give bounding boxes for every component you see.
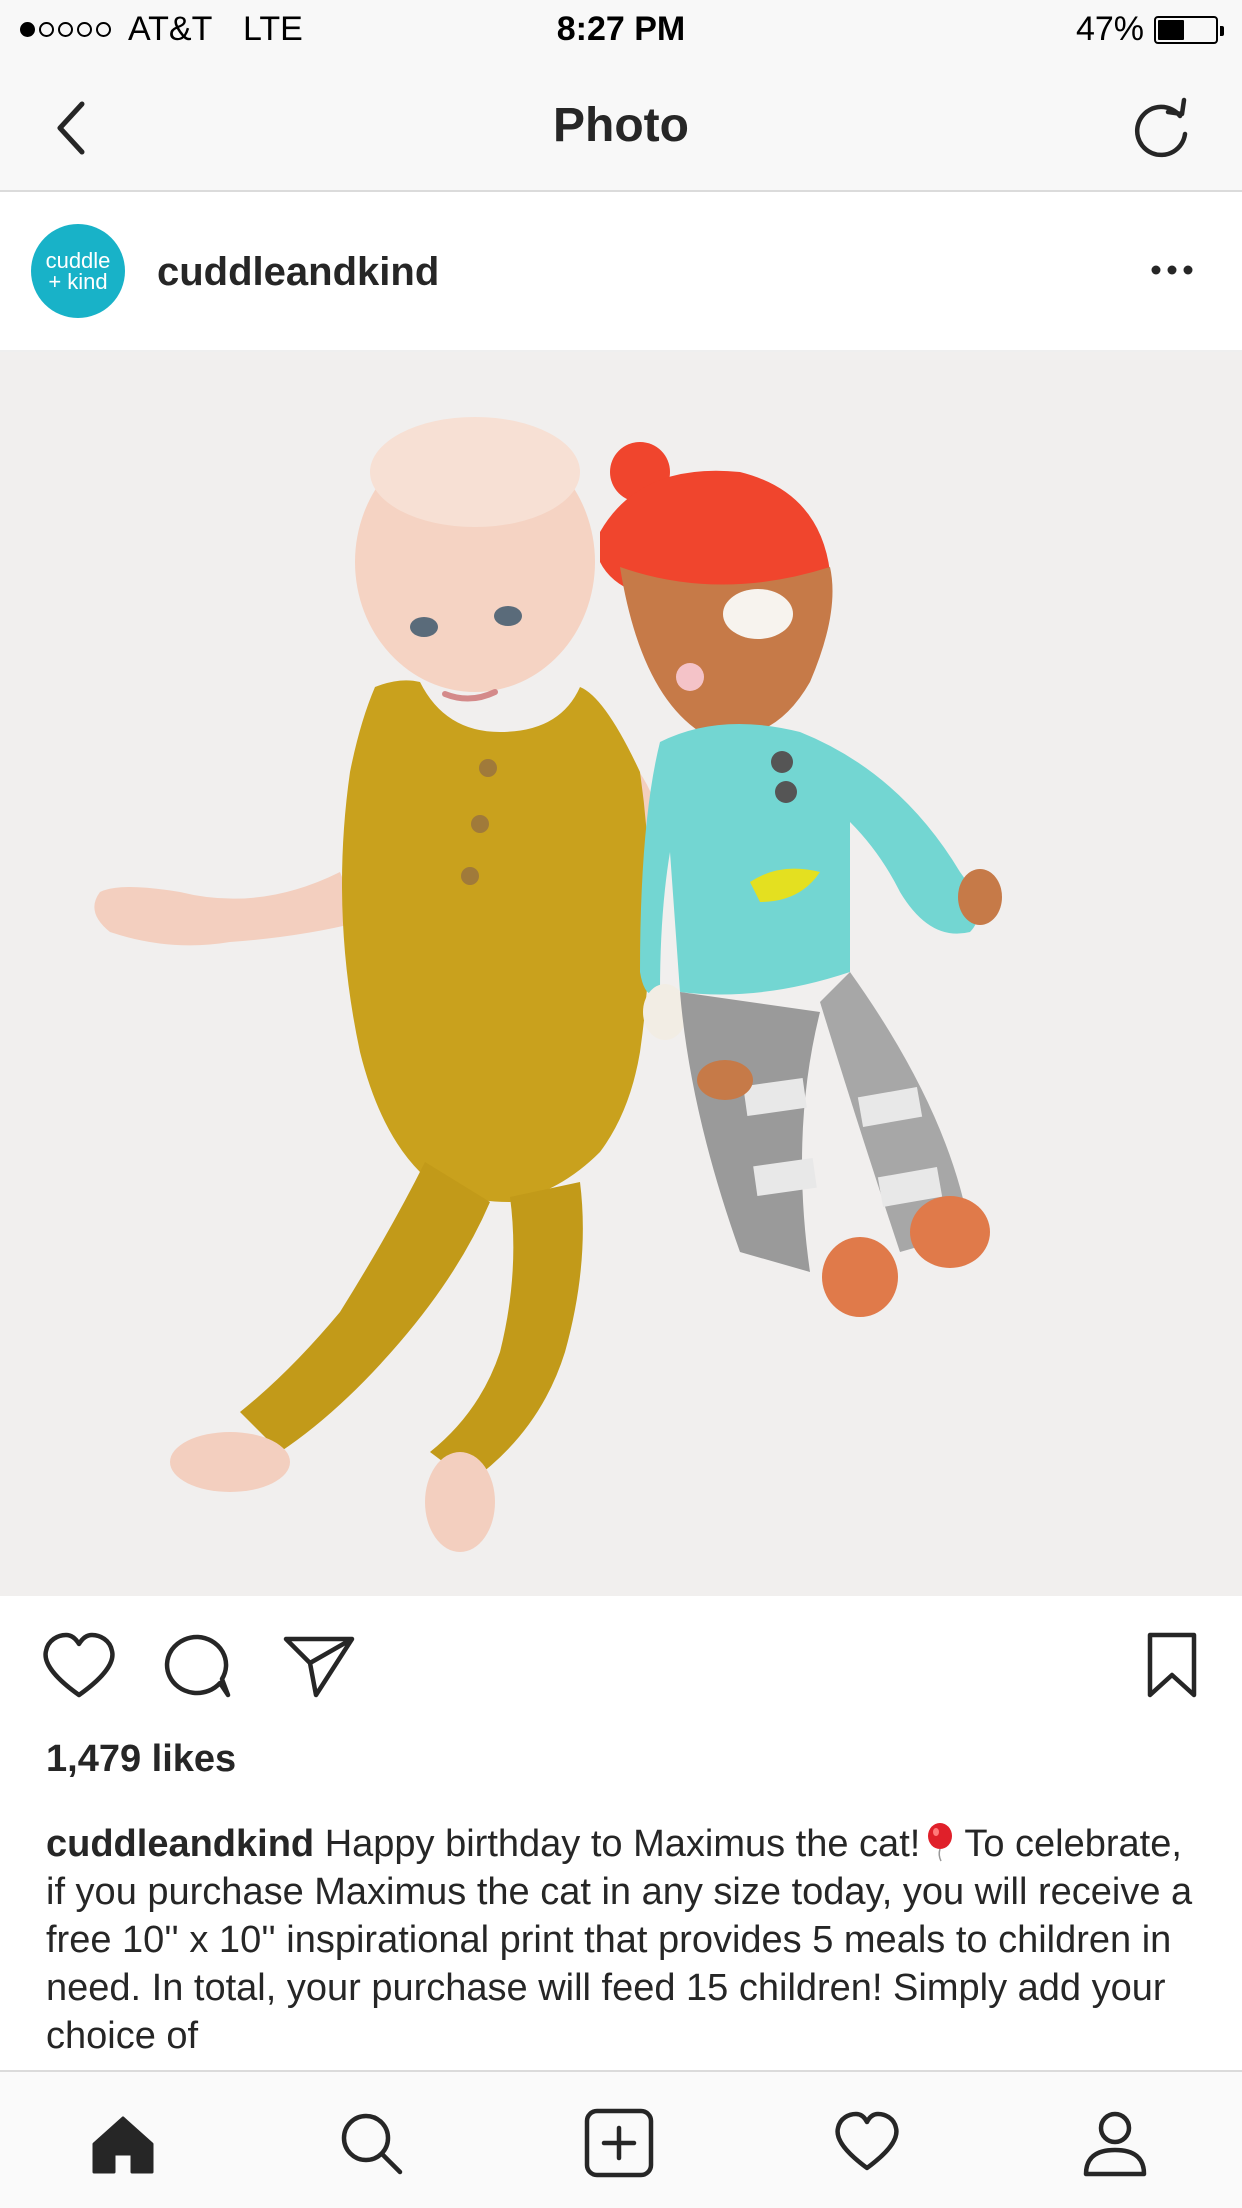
- nav-bar: Photo: [0, 60, 1242, 192]
- balloon-emoji-icon: [928, 1823, 953, 1862]
- avatar[interactable]: cuddle + kind: [31, 224, 125, 318]
- refresh-icon[interactable]: [1132, 94, 1194, 160]
- post-caption: cuddleandkind Happy birthday to Maximus …: [46, 1820, 1206, 2068]
- status-bar: AT&T LTE 8:27 PM 47%: [0, 0, 1242, 60]
- post-username[interactable]: cuddleandkind: [157, 250, 439, 295]
- avatar-text-line2: + kind: [48, 269, 108, 294]
- more-horizontal-icon[interactable]: [1142, 250, 1202, 290]
- like-count[interactable]: 1,479 likes: [46, 1738, 236, 1781]
- screen: AT&T LTE 8:27 PM 47% Photo cuddle + kind…: [0, 0, 1242, 2208]
- comment-icon[interactable]: [162, 1631, 234, 1701]
- post-actions: [0, 1596, 1242, 1746]
- bookmark-icon[interactable]: [1144, 1631, 1200, 1701]
- like-heart-icon[interactable]: [40, 1631, 118, 1701]
- home-icon[interactable]: [88, 2108, 158, 2178]
- share-send-icon[interactable]: [282, 1631, 356, 1701]
- battery-icon: [1154, 16, 1224, 44]
- heart-icon[interactable]: [832, 2108, 902, 2178]
- page-title: Photo: [553, 99, 689, 152]
- tab-bar: [0, 2070, 1242, 2208]
- caption-text-part1: Happy birthday to Maximus the cat!: [324, 1823, 921, 1865]
- battery-percent: 47%: [1075, 10, 1144, 48]
- avatar-text-line1: cuddle: [45, 248, 111, 273]
- clock: 8:27 PM: [556, 10, 686, 48]
- add-post-icon[interactable]: [584, 2108, 654, 2178]
- profile-icon[interactable]: [1080, 2108, 1150, 2178]
- post-photo[interactable]: [0, 352, 1242, 1596]
- post-header: cuddle + kind cuddleandkind: [0, 192, 1242, 352]
- search-icon[interactable]: [336, 2108, 406, 2178]
- photo-illustration: [0, 352, 1242, 1596]
- caption-username[interactable]: cuddleandkind: [46, 1823, 314, 1865]
